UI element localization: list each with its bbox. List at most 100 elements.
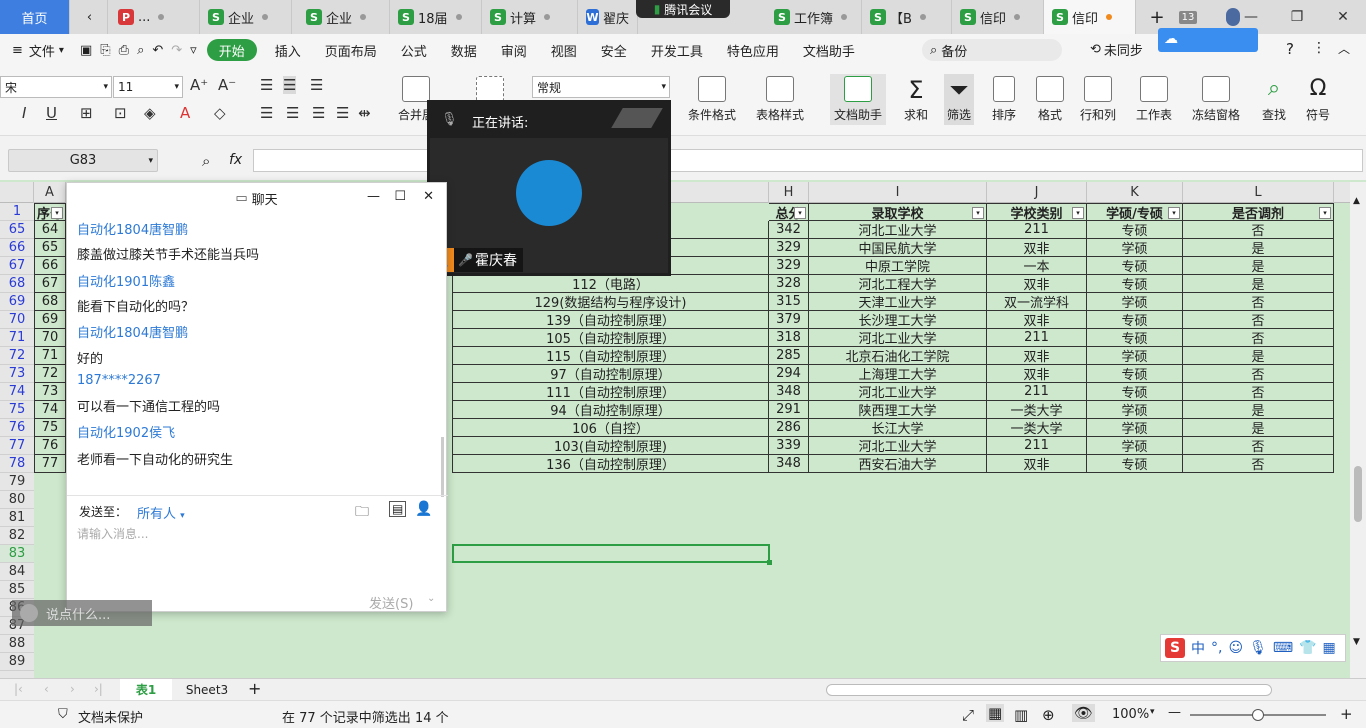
tab-doc-1[interactable]: P... bbox=[110, 0, 200, 34]
first-sheet-icon[interactable]: |‹ bbox=[14, 682, 23, 696]
filter-dropdown-icon[interactable]: ▾ bbox=[1072, 207, 1084, 219]
filter-dropdown-icon[interactable]: ▾ bbox=[51, 207, 63, 219]
folder-icon[interactable]: 🗀 bbox=[355, 501, 369, 525]
send-button[interactable]: 发送(S) bbox=[369, 593, 413, 612]
doc-assistant-button[interactable]: 文档助手 bbox=[830, 74, 887, 125]
table-cell[interactable]: 97（自动控制原理） bbox=[452, 365, 769, 383]
table-cell[interactable]: 双非 bbox=[987, 239, 1087, 257]
preview-icon[interactable]: ⌕ bbox=[133, 34, 148, 66]
table-cell[interactable]: 长沙理工大学 bbox=[809, 311, 987, 329]
italic-icon[interactable]: I bbox=[22, 104, 26, 122]
col-header-h[interactable]: H bbox=[769, 182, 809, 203]
table-cell[interactable]: 94（自动控制原理） bbox=[452, 401, 769, 419]
border-icon[interactable]: ⊞ bbox=[80, 104, 93, 122]
table-cell[interactable]: 双一流学科 bbox=[987, 293, 1087, 311]
menu-page-layout[interactable]: 页面布局 bbox=[313, 34, 389, 66]
table-cell[interactable]: 双非 bbox=[987, 275, 1087, 293]
quick-chat-bar[interactable]: 说点什么... bbox=[12, 600, 152, 626]
member-icon[interactable]: 👤 bbox=[415, 501, 432, 517]
page-break-icon[interactable]: ⊕ bbox=[1042, 706, 1055, 724]
table-cell[interactable]: 68 bbox=[34, 293, 66, 311]
tab-home[interactable]: 首页 bbox=[0, 0, 70, 34]
row-number[interactable]: 68 bbox=[0, 275, 34, 293]
sync-status[interactable]: ⟲ 未同步 bbox=[1090, 40, 1143, 59]
conditional-format-button[interactable]: 条件格式 bbox=[688, 76, 736, 123]
more-icon[interactable]: ▿ bbox=[186, 34, 201, 66]
table-cell[interactable]: 348 bbox=[769, 455, 809, 473]
table-cell[interactable]: 否 bbox=[1183, 455, 1334, 473]
print-icon[interactable]: ⎙ bbox=[115, 34, 133, 66]
distribute-icon[interactable]: ⇹ bbox=[358, 104, 371, 122]
rows-cols-button[interactable]: 行和列 bbox=[1080, 76, 1116, 123]
table-cell[interactable]: 西安石油大学 bbox=[809, 455, 987, 473]
menu-special[interactable]: 特色应用 bbox=[715, 34, 791, 66]
row-number[interactable]: 70 bbox=[0, 311, 34, 329]
menu-view[interactable]: 视图 bbox=[539, 34, 589, 66]
align-left-icon[interactable]: ☰ bbox=[260, 104, 273, 122]
zoom-slider-thumb[interactable] bbox=[1252, 709, 1264, 721]
table-cell[interactable]: 否 bbox=[1183, 293, 1334, 311]
table-cell[interactable]: 是 bbox=[1183, 401, 1334, 419]
zoom-formula-icon[interactable]: ⌕ bbox=[202, 152, 210, 170]
table-cell[interactable]: 一类大学 bbox=[987, 401, 1087, 419]
table-cell[interactable]: 是 bbox=[1183, 257, 1334, 275]
fill-color-icon[interactable]: ◈ bbox=[144, 104, 156, 122]
table-cell[interactable]: 286 bbox=[769, 419, 809, 437]
font-shrink-icon[interactable]: A⁻ bbox=[218, 76, 236, 94]
help-icon[interactable]: ? bbox=[1286, 40, 1294, 58]
collapse-ribbon-icon[interactable]: ︿ bbox=[1338, 40, 1350, 57]
find-button[interactable]: ⌕ 查找 bbox=[1262, 76, 1286, 123]
zoom-level[interactable]: 100% bbox=[1112, 707, 1149, 722]
row-number[interactable]: 69 bbox=[0, 293, 34, 311]
justify-icon[interactable]: ☰ bbox=[336, 104, 349, 122]
export-icon[interactable]: ⎘ bbox=[96, 34, 114, 66]
table-cell[interactable]: 65 bbox=[34, 239, 66, 257]
font-color-icon[interactable]: A bbox=[180, 104, 190, 122]
table-cell[interactable]: 否 bbox=[1183, 437, 1334, 455]
protect-status[interactable]: 文档未保护 bbox=[78, 707, 143, 726]
table-cell[interactable]: 136（自动控制原理） bbox=[452, 455, 769, 473]
table-cell[interactable]: 学硕 bbox=[1087, 401, 1183, 419]
table-cell[interactable]: 103(自动控制原理) bbox=[452, 437, 769, 455]
table-cell[interactable]: 291 bbox=[769, 401, 809, 419]
table-cell[interactable]: 379 bbox=[769, 311, 809, 329]
table-cell[interactable]: 71 bbox=[34, 347, 66, 365]
table-cell[interactable]: 中原工学院 bbox=[809, 257, 987, 275]
eraser-icon[interactable]: ◇ bbox=[214, 104, 226, 122]
col-header-k[interactable]: K bbox=[1087, 182, 1183, 203]
name-box[interactable]: G83 ▾ bbox=[8, 149, 158, 172]
sheet-tab-active[interactable]: 表1 bbox=[120, 679, 172, 700]
table-cell[interactable]: 陕西理工大学 bbox=[809, 401, 987, 419]
table-cell[interactable]: 67 bbox=[34, 275, 66, 293]
chat-message-input[interactable]: 请输入消息... bbox=[77, 525, 437, 585]
tab-doc-3[interactable]: S 企业 bbox=[298, 0, 390, 34]
table-cell[interactable]: 北京石油化工学院 bbox=[809, 347, 987, 365]
filter-dropdown-icon[interactable]: ▾ bbox=[1168, 207, 1180, 219]
horizontal-scroll-thumb[interactable] bbox=[826, 684, 1272, 696]
menu-dev-tools[interactable]: 开发工具 bbox=[639, 34, 715, 66]
table-cell[interactable]: 专硕 bbox=[1087, 383, 1183, 401]
row-number[interactable]: 72 bbox=[0, 347, 34, 365]
row-number[interactable]: 77 bbox=[0, 437, 34, 455]
table-cell[interactable]: 211 bbox=[987, 221, 1087, 239]
table-cell[interactable]: 70 bbox=[34, 329, 66, 347]
table-cell[interactable]: 天津工业大学 bbox=[809, 293, 987, 311]
table-cell[interactable]: 139（自动控制原理） bbox=[452, 311, 769, 329]
table-cell[interactable]: 76 bbox=[34, 437, 66, 455]
chevron-down-icon[interactable]: ▾ bbox=[1150, 707, 1155, 717]
focus-mode-icon[interactable]: ⤢ bbox=[962, 706, 974, 724]
row-number[interactable]: 71 bbox=[0, 329, 34, 347]
menu-doc-assistant[interactable]: 文档助手 bbox=[791, 34, 867, 66]
tab-doc-4[interactable]: S 18届 bbox=[390, 0, 482, 34]
table-cell[interactable]: 否 bbox=[1183, 365, 1334, 383]
menu-insert[interactable]: 插入 bbox=[263, 34, 313, 66]
row-number[interactable]: 75 bbox=[0, 401, 34, 419]
table-cell[interactable]: 专硕 bbox=[1087, 257, 1183, 275]
prev-sheet-icon[interactable]: ‹ bbox=[44, 682, 49, 696]
table-cell[interactable]: 111（自动控制原理） bbox=[452, 383, 769, 401]
table-cell[interactable]: 中国民航大学 bbox=[809, 239, 987, 257]
add-sheet-icon[interactable]: + bbox=[248, 679, 261, 698]
sheet-tab[interactable]: Sheet3 bbox=[174, 679, 240, 700]
page-layout-icon[interactable]: ▥ bbox=[1014, 706, 1028, 724]
header-cell-school-type[interactable]: 学校类别 ▾ bbox=[987, 203, 1087, 221]
